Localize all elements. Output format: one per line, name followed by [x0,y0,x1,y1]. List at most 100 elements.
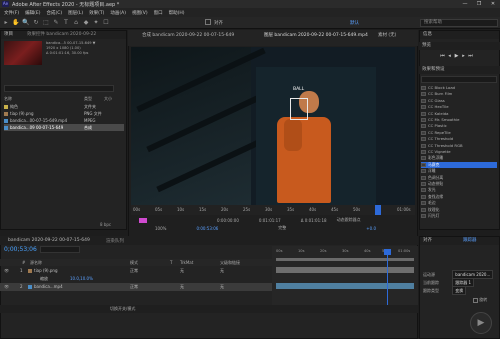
ruler-label: 30s [265,207,273,212]
menu-bar: 文件(F) 编辑(E) 合成(C) 图层(L) 效果(T) 动画(A) 视图(V… [0,8,500,17]
menu-file[interactable]: 文件(F) [4,10,19,16]
brush-tool-icon[interactable]: ⌂ [72,19,80,27]
in-point[interactable]: 0:00:00:00 [217,218,239,223]
last-frame-icon[interactable]: ⏭ [467,53,474,59]
layer-label-color[interactable] [28,285,32,289]
footage-duration: Δ 0:01:01:16, 30.00 fps [46,51,89,55]
menu-animation[interactable]: 动画(A) [110,10,126,16]
zoom-tool-icon[interactable]: 🔍 [22,19,30,27]
workspace-default[interactable]: 默认 [350,20,359,26]
rotation-checkbox[interactable] [473,297,478,303]
apply-button[interactable]: ▶ [470,312,492,334]
current-time-indicator[interactable] [387,249,388,305]
viewer-canvas[interactable]: BALL [131,47,415,205]
project-search-input[interactable] [4,85,114,92]
viewer-playhead[interactable] [375,205,381,215]
col-size[interactable]: 大小 [104,96,112,102]
ruler-label: 35s [287,207,295,212]
bit-depth-label[interactable]: 8 bpc [100,222,111,227]
tab-info[interactable]: 信息 [420,31,499,39]
puppet-tool-icon[interactable]: ✦ [92,19,100,27]
selection-tool-icon[interactable]: ▸ [2,19,10,27]
track-type-select[interactable]: 变换 [452,286,467,295]
layer-label-color[interactable] [28,269,32,273]
tab-tracker[interactable]: 跟踪器 [463,237,477,245]
tab-effect-controls[interactable]: 效果控件 bandicam 2020-09-22 [27,31,96,39]
timeline-layer[interactable]: 👁 1 tiap (9).png 正常 无 无 [0,267,272,275]
effects-search-input[interactable] [421,76,497,83]
menu-window[interactable]: 窗口 [154,10,163,16]
current-time-indicator-head[interactable] [384,249,391,255]
tab-timeline-comp[interactable]: bandicam 2020-09-22 00-07-15-649 [8,238,90,243]
menu-edit[interactable]: 编辑(E) [25,10,40,16]
menu-layer[interactable]: 图层(L) [68,10,83,16]
visibility-eye-icon[interactable]: 👁 [4,267,20,275]
col-name[interactable]: 名称 [4,96,84,102]
timeline-search-input[interactable] [40,246,80,253]
prev-frame-icon[interactable]: ◂ [446,53,453,59]
play-icon[interactable]: ▶ [453,53,460,59]
timeline-footer: 切换开关/模式 [0,305,418,313]
scale-value[interactable]: 10.0,10.0% [70,275,93,283]
tab-align[interactable]: 对齐 [423,237,463,245]
tab-composition[interactable]: 合成 bandicam 2020-09-22 00-07-15-649 [142,32,234,38]
snap-checkbox[interactable] [205,19,211,25]
zoom-level[interactable]: 100% [155,226,166,231]
timeline-ruler[interactable]: 00s 10s 20s 30s 40s 50s 01:00s [274,249,416,258]
tab-preview[interactable]: 预览 [419,42,500,50]
rotate-tool-icon[interactable]: ↻ [32,19,40,27]
tab-layer[interactable]: 图层 bandicam 2020-09-22 00-07-15-649.mp4 [264,32,368,38]
tracker-label: BALL [293,87,305,92]
ruler-label: 30s [342,249,349,253]
minimize-button[interactable]: — [458,0,472,8]
shape-tool-icon[interactable]: ☐ [102,19,110,27]
layer-time-ruler[interactable]: 00s 05s 10s 15s 20s 25s 30s 35s 40s 45s … [131,205,415,215]
col-num: # [22,260,26,265]
ruler-label: 25s [243,207,251,212]
layer-duration-bar[interactable] [276,267,414,273]
ruler-label: 01:00s [397,207,411,212]
layer-duration-bar[interactable] [276,283,414,289]
resolution[interactable]: 完整 [278,225,286,231]
tab-effects-presets[interactable]: 效果和预设 [419,66,500,74]
close-button[interactable]: ✕ [486,0,500,8]
work-area-bar[interactable] [276,258,414,261]
camera-tool-icon[interactable]: ⬚ [42,19,50,27]
project-item[interactable]: tiap (9).png PNG 文件 [4,110,124,117]
menu-view[interactable]: 视图(V) [132,10,148,16]
visibility-eye-icon[interactable]: 👁 [4,283,20,291]
next-frame-icon[interactable]: ▸ [460,53,467,59]
current-time[interactable]: 0:00:53:06 [196,226,218,231]
pen-tool-icon[interactable]: ✎ [52,19,60,27]
project-item[interactable]: 纯色 文件夹 [4,103,124,110]
view-mode[interactable]: 动态跟踪器点 [337,217,361,223]
col-t: T [170,260,173,265]
hand-tool-icon[interactable]: ✋ [12,19,20,27]
timeline-layer-selected[interactable]: 👁 2 bandica...mp4 正常 无 无 [0,283,272,291]
tracker-point-box[interactable] [290,98,308,120]
out-point[interactable]: 0:01:01:17 [259,218,281,223]
motion-source-row: 运动源 bandicam 2020... [423,270,498,279]
help-search-input[interactable]: 搜索帮助 [420,19,498,27]
project-item[interactable]: bandica...00-07-15-649.mp4 MPEG [4,117,124,124]
timeline-property-scale[interactable]: 缩放 10.0,10.0% [0,275,272,283]
mask-color-icon[interactable] [139,217,147,223]
stamp-tool-icon[interactable]: ◆ [82,19,90,27]
menu-help[interactable]: 帮助(H) [169,10,185,16]
maximize-button[interactable]: ❐ [472,0,486,8]
col-type[interactable]: 类型 [84,96,104,102]
effect-item[interactable]: 闪光灯 [421,213,497,219]
timeline-timecode[interactable]: 0;00;53;06 [4,246,37,253]
after-effects-logo-icon: Ae [2,1,9,7]
tab-project[interactable]: 项目 [4,31,13,39]
text-tool-icon[interactable]: T [62,19,70,27]
toggle-switches-modes[interactable]: 切换开关/模式 [110,306,135,312]
menu-effect[interactable]: 效果(T) [89,10,104,16]
tab-render-queue[interactable]: 渲染队列 [106,238,124,244]
exposure-offset[interactable]: +0.0 [366,226,376,231]
tab-footage[interactable]: 素材 (无) [378,32,396,38]
project-item-selected[interactable]: bandica...09 00-07-15-649 合成 [4,124,124,131]
first-frame-icon[interactable]: ⏮ [439,53,446,59]
menu-composition[interactable]: 合成(C) [46,10,62,16]
ruler-label: 00s [276,249,283,253]
